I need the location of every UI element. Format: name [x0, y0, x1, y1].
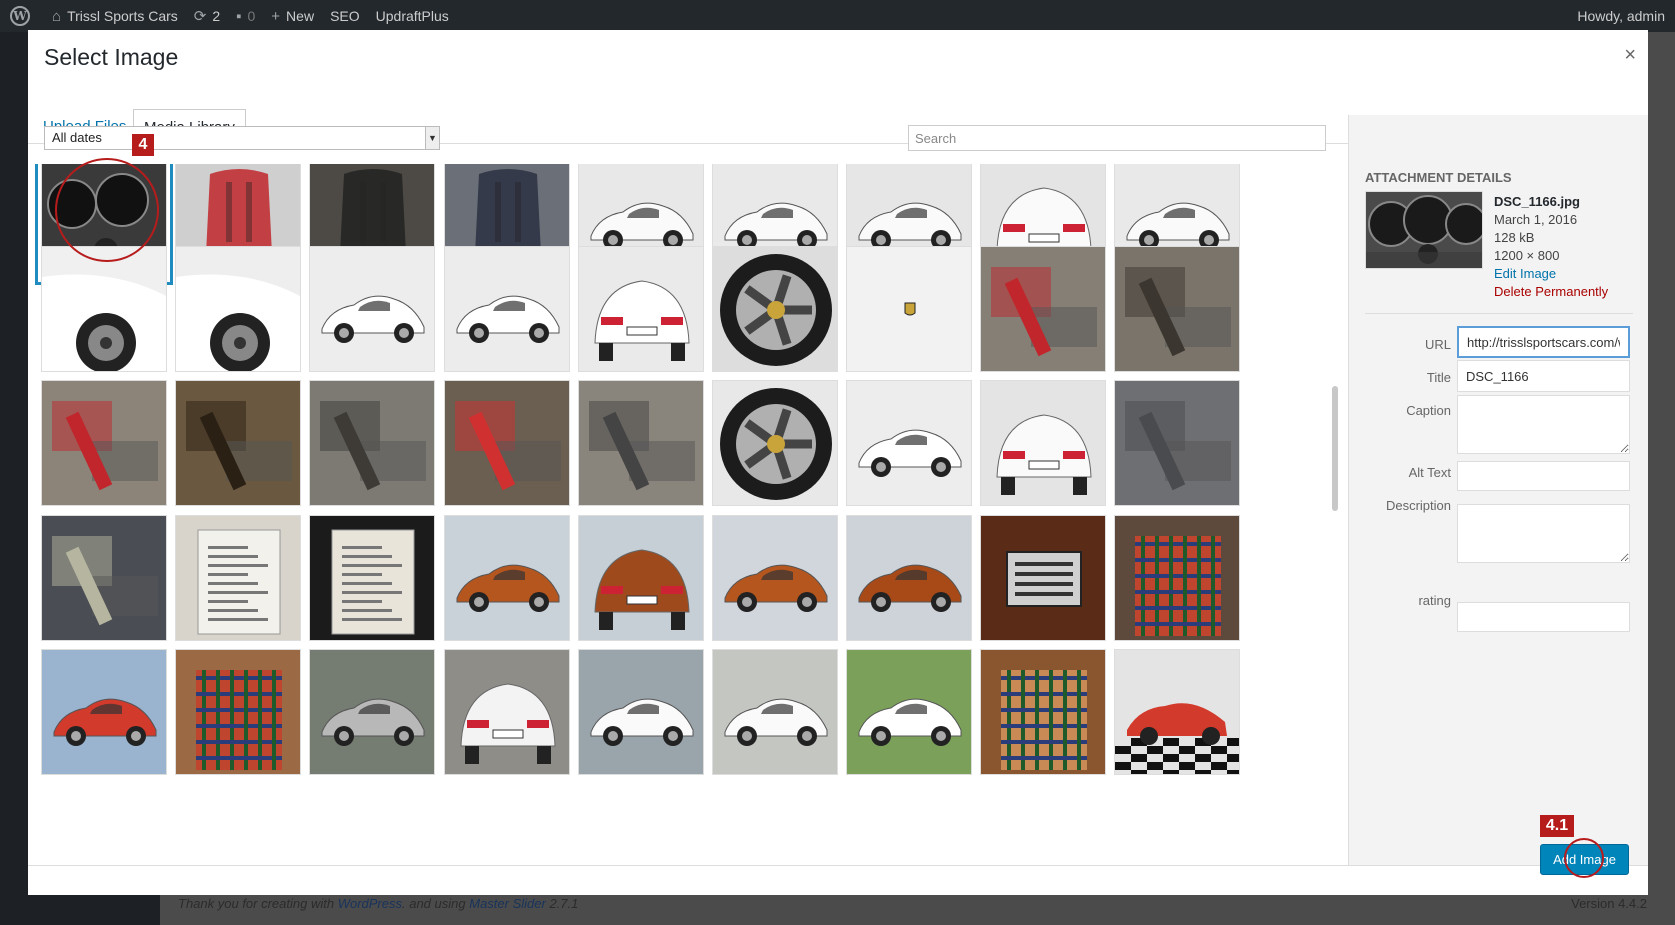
new-content-link[interactable]: + New — [271, 8, 314, 25]
chevron-down-icon: ▼ — [425, 127, 439, 149]
wordpress-logo-icon[interactable]: W — [10, 6, 30, 26]
plus-icon: + — [271, 7, 281, 25]
updates-link[interactable]: ⟳ 2 — [194, 7, 220, 25]
attachment-thumbnail[interactable] — [712, 649, 838, 775]
caption-label: Caption — [1406, 403, 1451, 418]
annotation-circle-4-1 — [1564, 838, 1604, 878]
attachment-thumbnail[interactable] — [175, 380, 301, 506]
rating-label: rating — [1418, 593, 1451, 608]
attachment-thumbnail[interactable] — [980, 380, 1106, 506]
footer-credits: Thank you for creating with WordPress. a… — [178, 896, 579, 911]
attachment-thumbnail[interactable] — [846, 380, 972, 506]
attachment-thumbnail[interactable] — [1114, 380, 1240, 506]
home-icon: ⌂ — [52, 7, 62, 25]
details-date: March 1, 2016 — [1494, 212, 1578, 227]
annotation-badge-4: 4 — [132, 134, 154, 156]
attachment-thumbnail[interactable] — [41, 515, 167, 641]
attachment-thumbnail[interactable] — [980, 246, 1106, 372]
attachment-thumbnail[interactable] — [444, 515, 570, 641]
close-icon[interactable]: × — [1624, 44, 1636, 67]
caption-field[interactable] — [1457, 395, 1630, 454]
attachments-grid — [28, 164, 1348, 864]
description-label: Description — [1385, 498, 1451, 513]
title-label: Title — [1426, 370, 1451, 385]
attachment-thumbnail[interactable] — [444, 246, 570, 372]
alt-text-field[interactable] — [1457, 461, 1630, 491]
details-meta: DSC_1166.jpg March 1, 2016 128 kB 1200 ×… — [1494, 193, 1608, 301]
grid-scrollbar[interactable] — [1332, 386, 1338, 511]
details-thumbnail — [1365, 191, 1483, 269]
details-heading: Attachment Details — [1365, 170, 1512, 185]
attachment-thumbnail[interactable] — [1114, 246, 1240, 372]
comments-link[interactable]: ▪ 0 — [236, 8, 255, 25]
attachment-thumbnail[interactable] — [175, 649, 301, 775]
attachment-thumbnail[interactable] — [846, 515, 972, 641]
attachment-thumbnail[interactable] — [980, 515, 1106, 641]
admin-bar: W ⌂ Trissl Sports Cars ⟳ 2 ▪ 0 + New SEO Upd… — [0, 0, 1675, 32]
attachment-details-panel: Attachment Details DSC_1166.jpg March 1,… — [1348, 115, 1648, 865]
annotation-circle-4 — [55, 158, 159, 262]
alt-text-label: Alt Text — [1408, 465, 1451, 480]
attachment-thumbnail[interactable] — [846, 649, 972, 775]
site-name-link[interactable]: ⌂ Trissl Sports Cars — [52, 8, 178, 25]
url-field[interactable] — [1457, 326, 1630, 358]
attachment-thumbnail[interactable] — [578, 380, 704, 506]
attachment-thumbnail[interactable] — [444, 380, 570, 506]
attachment-thumbnail[interactable] — [712, 246, 838, 372]
attachment-thumbnail[interactable] — [309, 380, 435, 506]
attachment-thumbnail[interactable] — [41, 246, 167, 372]
attachment-thumbnail[interactable] — [309, 246, 435, 372]
attachment-thumbnail[interactable] — [309, 649, 435, 775]
master-slider-link[interactable]: Master Slider — [469, 896, 546, 911]
attachment-thumbnail[interactable] — [309, 515, 435, 641]
attachment-thumbnail[interactable] — [175, 246, 301, 372]
modal-toolbar — [28, 865, 1648, 895]
search-input[interactable] — [908, 125, 1326, 151]
title-field[interactable] — [1457, 360, 1630, 392]
rating-field[interactable] — [1457, 602, 1630, 632]
attachment-thumbnail[interactable] — [846, 246, 972, 372]
details-divider — [1365, 313, 1633, 314]
delete-permanently-link[interactable]: Delete Permanently — [1494, 283, 1608, 301]
details-dimensions: 1200 × 800 — [1494, 248, 1560, 263]
modal-title: Select Image — [44, 44, 179, 70]
seo-menu[interactable]: SEO — [330, 8, 360, 24]
attachment-thumbnail[interactable] — [712, 515, 838, 641]
attachment-thumbnail[interactable] — [41, 380, 167, 506]
details-filesize: 128 kB — [1494, 230, 1535, 245]
annotation-badge-4-1: 4.1 — [1540, 815, 1574, 837]
attachment-thumbnail[interactable] — [41, 649, 167, 775]
description-field[interactable] — [1457, 504, 1630, 563]
edit-image-link[interactable]: Edit Image — [1494, 265, 1608, 283]
attachment-thumbnail[interactable] — [578, 515, 704, 641]
attachment-thumbnail[interactable] — [175, 515, 301, 641]
attachment-thumbnail[interactable] — [444, 649, 570, 775]
account-greeting[interactable]: Howdy, admin — [1577, 8, 1665, 24]
details-filename: DSC_1166.jpg — [1494, 194, 1580, 209]
wp-version: Version 4.4.2 — [1571, 896, 1647, 911]
attachment-thumbnail[interactable] — [712, 380, 838, 506]
attachment-thumbnail[interactable] — [1114, 649, 1240, 775]
wordpress-link[interactable]: WordPress — [338, 896, 402, 911]
updraftplus-menu[interactable]: UpdraftPlus — [376, 8, 449, 24]
attachment-thumbnail[interactable] — [1114, 515, 1240, 641]
date-filter-select[interactable]: All dates ▼ — [44, 126, 440, 150]
media-modal: Select Image × Upload Files Media Librar… — [28, 30, 1648, 895]
refresh-icon: ⟳ — [193, 8, 207, 25]
attachment-thumbnail[interactable] — [578, 649, 704, 775]
comment-icon: ▪ — [236, 7, 242, 25]
attachment-thumbnail[interactable] — [578, 246, 704, 372]
attachment-thumbnail[interactable] — [980, 649, 1106, 775]
url-label: URL — [1424, 337, 1451, 352]
